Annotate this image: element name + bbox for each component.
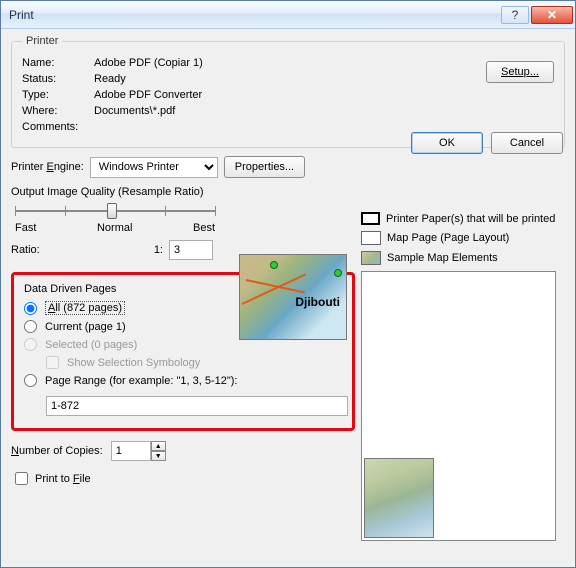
legend-printed: Printer Paper(s) that will be printed <box>386 213 555 225</box>
page-preview <box>361 271 556 541</box>
print-dialog-window: Print ? ✕ Printer Setup... Name:Adobe PD… <box>0 0 576 568</box>
ddp-range-input[interactable] <box>46 396 348 416</box>
ddp-range-radio[interactable] <box>24 374 37 387</box>
page-preview-map-thumbnail <box>364 458 434 538</box>
where-label: Where: <box>22 105 94 117</box>
copies-spin-down[interactable]: ▼ <box>151 451 166 461</box>
titlebar[interactable]: Print ? ✕ <box>1 1 575 29</box>
ddp-all-radio[interactable] <box>24 302 37 315</box>
type-label: Type: <box>22 89 94 101</box>
ddp-range-option[interactable]: Page Range (for example: "1, 3, 5-12"): <box>24 374 342 387</box>
ok-button[interactable]: OK <box>411 132 483 154</box>
legend-layout: Map Page (Page Layout) <box>387 232 509 244</box>
ratio-input[interactable] <box>169 240 213 260</box>
cancel-button[interactable]: Cancel <box>491 132 563 154</box>
map-preview-thumbnail: Djibouti <box>239 254 347 340</box>
print-to-file-checkbox[interactable] <box>15 472 28 485</box>
window-title: Print <box>9 8 499 22</box>
legend-elements: Sample Map Elements <box>387 252 498 264</box>
quality-heading: Output Image Quality (Resample Ratio) <box>11 186 349 198</box>
engine-label: Printer Engine: <box>11 161 84 173</box>
swatch-map-elements-icon <box>361 251 381 265</box>
where-value: Documents\*.pdf <box>94 105 554 117</box>
help-button[interactable]: ? <box>501 6 529 24</box>
quality-normal-label: Normal <box>97 222 132 234</box>
printer-engine-row: Printer Engine: Windows Printer Properti… <box>11 156 349 178</box>
ddp-show-selection-checkbox <box>46 356 59 369</box>
quality-slider[interactable] <box>15 200 215 222</box>
print-to-file-option[interactable]: Print to File <box>11 469 349 488</box>
copies-row: Number of Copies: ▲ ▼ <box>11 441 349 461</box>
legend-and-preview: Printer Paper(s) that will be printed Ma… <box>361 212 561 541</box>
ddp-selected-radio <box>24 338 37 351</box>
name-label: Name: <box>22 57 94 69</box>
output-quality-section: Output Image Quality (Resample Ratio) Fa… <box>11 186 349 260</box>
ddp-current-radio[interactable] <box>24 320 37 333</box>
status-value: Ready <box>94 73 554 85</box>
swatch-printer-paper-icon <box>361 212 380 225</box>
map-city-label: Djibouti <box>295 295 340 309</box>
ratio-label: Ratio: <box>11 244 71 256</box>
setup-button[interactable]: Setup... <box>486 61 554 83</box>
close-button[interactable]: ✕ <box>531 6 573 24</box>
status-label: Status: <box>22 73 94 85</box>
name-value: Adobe PDF (Copiar 1) <box>94 57 554 69</box>
printer-engine-select[interactable]: Windows Printer <box>90 157 218 178</box>
copies-spin-up[interactable]: ▲ <box>151 441 166 451</box>
properties-button[interactable]: Properties... <box>224 156 305 178</box>
copies-input[interactable] <box>111 441 151 461</box>
quality-fast-label: Fast <box>15 222 36 234</box>
type-value: Adobe PDF Converter <box>94 89 554 101</box>
ddp-show-selection-option: Show Selection Symbology <box>46 356 342 369</box>
quality-best-label: Best <box>193 222 215 234</box>
copies-label: Number of Copies: <box>11 445 103 457</box>
comments-label: Comments: <box>22 121 94 133</box>
ratio-prefix: 1: <box>77 244 163 256</box>
printer-legend: Printer <box>22 35 62 47</box>
swatch-map-page-icon <box>361 231 381 245</box>
